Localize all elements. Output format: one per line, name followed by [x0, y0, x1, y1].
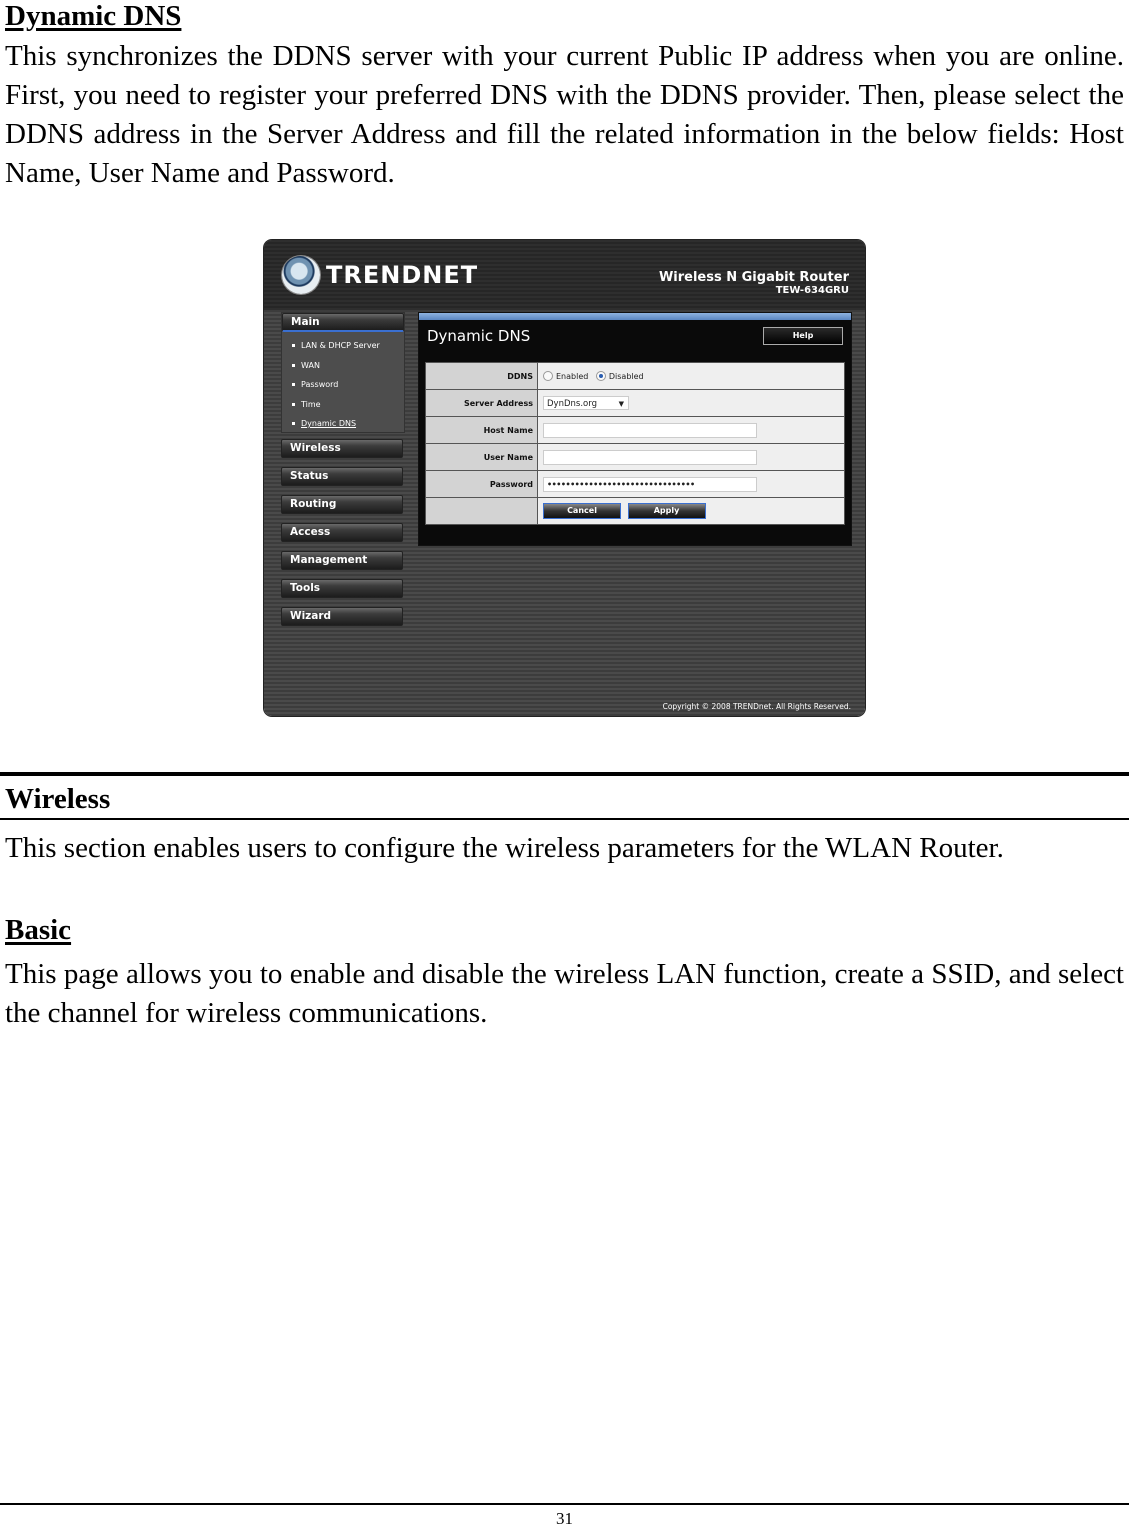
- subnav-item-wan[interactable]: WAN: [292, 356, 404, 376]
- sidebar-nav: Main LAN & DHCP Server WAN Password Time…: [281, 312, 405, 626]
- server-address-value: DynDns.org: [547, 399, 597, 409]
- product-info: Wireless N Gigabit Router TEW-634GRU: [659, 270, 849, 297]
- password-input[interactable]: ••••••••••••••••••••••••••••••••: [543, 476, 757, 492]
- host-name-label: Host Name: [425, 416, 538, 444]
- subnav-item-lan-dhcp[interactable]: LAN & DHCP Server: [292, 336, 404, 356]
- nav-main-group: Main LAN & DHCP Server WAN Password Time…: [281, 312, 405, 433]
- user-name-cell: [537, 443, 845, 471]
- ddns-label: DDNS: [425, 362, 538, 390]
- bullet-icon: [292, 422, 295, 425]
- panel-topbar: [419, 313, 851, 320]
- section-rule-bottom: [0, 818, 1129, 820]
- password-cell: ••••••••••••••••••••••••••••••••: [537, 470, 845, 498]
- nav-routing-button[interactable]: Routing: [281, 495, 403, 514]
- password-label: Password: [425, 470, 538, 498]
- nav-tools-button[interactable]: Tools: [281, 579, 403, 598]
- logo-text: TRENDNET: [326, 261, 479, 289]
- copyright-text: Copyright © 2008 TRENDnet. All Rights Re…: [662, 702, 851, 711]
- nav-management-button[interactable]: Management: [281, 551, 403, 570]
- cancel-button[interactable]: Cancel: [543, 503, 621, 519]
- server-address-cell: DynDns.org ▼: [537, 389, 845, 417]
- section-rule-top: [0, 772, 1129, 776]
- ddns-enabled-radio[interactable]: [543, 371, 553, 381]
- panel-title: Dynamic DNS: [427, 327, 531, 345]
- ddns-disabled-label: Disabled: [608, 371, 644, 381]
- section-heading-wireless: Wireless: [5, 783, 111, 815]
- ddns-radio-group: Enabled Disabled: [537, 362, 845, 390]
- trendnet-logo: TRENDNET: [282, 256, 478, 294]
- host-name-cell: [537, 416, 845, 444]
- help-button[interactable]: Help: [763, 327, 843, 345]
- section-paragraph-dynamic-dns: This synchronizes the DDNS server with y…: [5, 40, 1124, 189]
- ddns-form: DDNS Enabled Disabled Server Address Dyn…: [425, 362, 845, 525]
- subnav-label: Time: [301, 399, 321, 409]
- nav-status-button[interactable]: Status: [281, 467, 403, 486]
- subnav-item-dynamic-dns[interactable]: Dynamic DNS: [292, 414, 404, 434]
- nav-wizard-button[interactable]: Wizard: [281, 607, 403, 626]
- server-address-label: Server Address: [425, 389, 538, 417]
- bullet-icon: [292, 402, 295, 406]
- router-header: TRENDNET Wireless N Gigabit Router TEW-6…: [264, 240, 865, 310]
- bullet-icon: [292, 383, 295, 386]
- subnav-label: LAN & DHCP Server: [301, 341, 380, 350]
- dropdown-caret-icon: ▼: [618, 400, 624, 408]
- form-row-server-address: Server Address DynDns.org ▼: [425, 389, 845, 417]
- ddns-enabled-label: Enabled: [556, 371, 589, 381]
- nav-access-button[interactable]: Access: [281, 523, 403, 542]
- nav-section-group: Wireless Status Routing Access Managemen…: [281, 439, 405, 635]
- nav-main-button[interactable]: Main: [282, 313, 404, 332]
- user-name-label: User Name: [425, 443, 538, 471]
- section-heading-basic: Basic: [5, 914, 72, 946]
- host-name-input[interactable]: [543, 422, 757, 438]
- main-subnav: LAN & DHCP Server WAN Password Time Dyna…: [282, 332, 404, 434]
- section-paragraph-wireless: This section enables users to configure …: [5, 832, 1004, 864]
- subnav-item-time[interactable]: Time: [292, 395, 404, 415]
- nav-wireless-button[interactable]: Wireless: [281, 439, 403, 458]
- form-row-ddns: DDNS Enabled Disabled: [425, 362, 845, 390]
- bullet-icon: [292, 344, 295, 347]
- form-row-host-name: Host Name: [425, 416, 845, 444]
- trendnet-logo-icon: [282, 256, 320, 294]
- form-row-password: Password •••••••••••••••••••••••••••••••…: [425, 470, 845, 498]
- actions-label-cell: [425, 497, 538, 525]
- product-model: TEW-634GRU: [775, 285, 849, 296]
- ddns-panel: Dynamic DNS Help DDNS Enabled Disabled S…: [418, 312, 852, 546]
- subnav-item-password[interactable]: Password: [292, 375, 404, 395]
- form-row-actions: Cancel Apply: [425, 497, 845, 525]
- subnav-label: Password: [301, 380, 339, 389]
- form-row-user-name: User Name: [425, 443, 845, 471]
- router-screenshot: TRENDNET Wireless N Gigabit Router TEW-6…: [264, 240, 865, 716]
- product-name: Wireless N Gigabit Router: [658, 270, 849, 285]
- bullet-icon: [292, 363, 295, 367]
- subnav-label: WAN: [301, 360, 320, 370]
- user-name-input[interactable]: [543, 449, 757, 465]
- page-number: 31: [556, 1509, 573, 1528]
- subnav-label: Dynamic DNS: [301, 419, 357, 428]
- server-address-select[interactable]: DynDns.org ▼: [543, 396, 629, 410]
- actions-cell: Cancel Apply: [537, 497, 845, 525]
- footer-rule: [0, 1503, 1129, 1505]
- apply-button[interactable]: Apply: [627, 503, 706, 519]
- ddns-disabled-radio[interactable]: [595, 371, 606, 381]
- section-heading-dynamic-dns: Dynamic DNS: [5, 0, 182, 32]
- section-paragraph-basic: This page allows you to enable and disab…: [5, 958, 1124, 1029]
